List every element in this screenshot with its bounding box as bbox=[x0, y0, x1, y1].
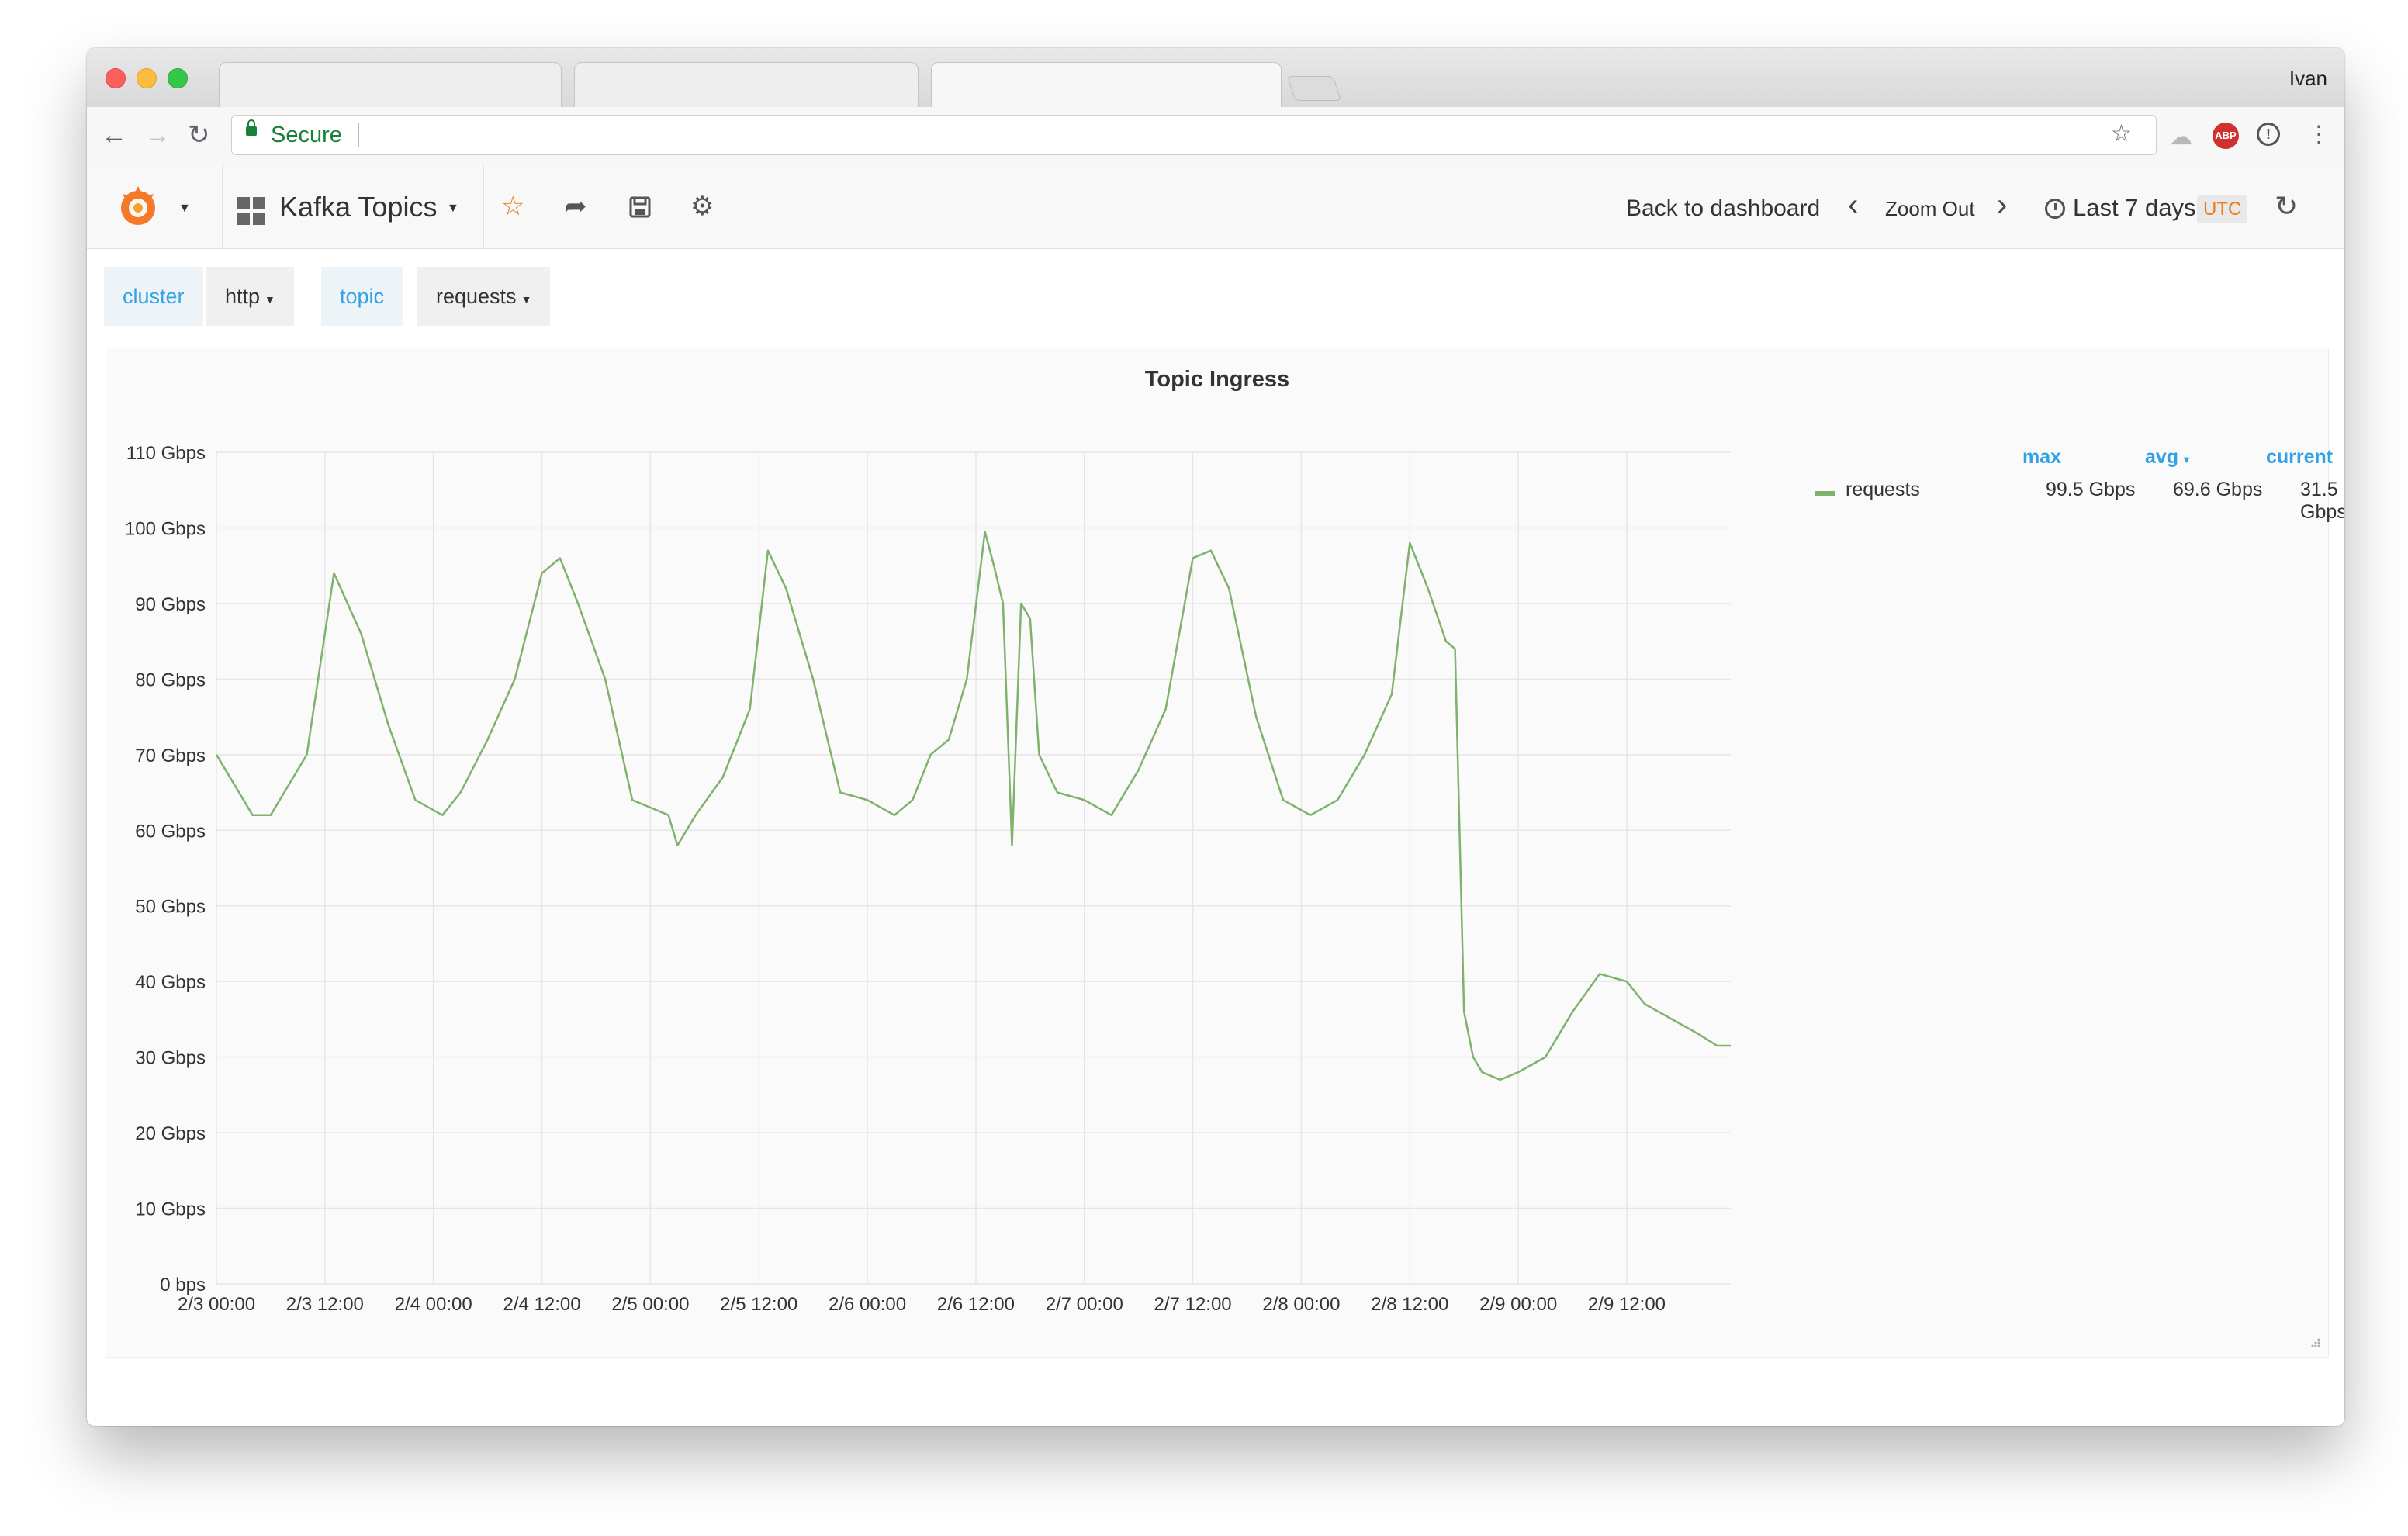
sort-caret-icon: ▼ bbox=[2181, 454, 2192, 465]
reload-icon[interactable]: ↻ bbox=[188, 119, 210, 150]
cloud-extension-icon[interactable]: ☁ bbox=[2169, 126, 2192, 149]
browser-toolbar: ← → ↻ Secure ☆ ☁ ABP ! ⋮ bbox=[87, 107, 2344, 165]
share-icon[interactable]: ➦ bbox=[565, 191, 587, 222]
legend-series-name[interactable]: requests bbox=[1846, 479, 1920, 501]
dashboard-grid-icon bbox=[236, 195, 267, 227]
time-shift-forward-icon[interactable]: › bbox=[1997, 188, 2007, 222]
zoom-out-button[interactable]: Zoom Out bbox=[1885, 197, 1975, 221]
dashboard-caret-icon[interactable]: ▼ bbox=[447, 202, 459, 216]
x-tick-label: 2/3 12:00 bbox=[286, 1294, 364, 1315]
y-tick-label: 70 Gbps bbox=[135, 746, 206, 766]
browser-tab-2[interactable] bbox=[574, 62, 919, 108]
time-shift-back-icon[interactable]: ‹ bbox=[1848, 188, 1858, 222]
variable-value: http bbox=[225, 285, 261, 308]
logo-caret-icon[interactable]: ▼ bbox=[178, 202, 191, 216]
x-tick-label: 2/7 00:00 bbox=[1046, 1294, 1123, 1315]
minimize-window-button[interactable] bbox=[137, 68, 157, 88]
x-tick-label: 2/5 12:00 bbox=[720, 1294, 797, 1315]
x-tick-label: 2/6 00:00 bbox=[829, 1294, 906, 1315]
x-tick-label: 2/8 00:00 bbox=[1262, 1294, 1340, 1315]
x-tick-label: 2/8 12:00 bbox=[1371, 1294, 1448, 1315]
y-tick-label: 110 Gbps bbox=[126, 443, 206, 464]
gear-icon[interactable]: ⚙ bbox=[690, 191, 714, 222]
grafana-logo-icon[interactable] bbox=[115, 183, 161, 230]
chart[interactable]: 0 bps 10 Gbps 20 Gbps 30 Gbps 40 Gbps 50 Gbps… bbox=[106, 348, 1759, 1357]
browser-tab-active[interactable] bbox=[931, 62, 1282, 108]
variable-select-cluster[interactable]: http ▼ bbox=[206, 267, 294, 326]
clock-icon bbox=[2045, 199, 2065, 219]
y-tick-label: 90 Gbps bbox=[135, 594, 206, 615]
x-tick-label: 2/6 12:00 bbox=[937, 1294, 1015, 1315]
tab-strip: Ivan bbox=[87, 48, 2344, 108]
y-tick-label: 50 Gbps bbox=[135, 897, 206, 918]
y-tick-label: 60 Gbps bbox=[135, 821, 206, 842]
back-arrow-icon[interactable]: ← bbox=[101, 119, 127, 150]
legend-max-value: 99.5 Gbps bbox=[2046, 479, 2136, 500]
forward-arrow-icon[interactable]: → bbox=[144, 119, 171, 150]
y-tick-label: 40 Gbps bbox=[135, 972, 206, 993]
y-tick-label: 20 Gbps bbox=[135, 1123, 206, 1144]
x-tick-label: 2/9 12:00 bbox=[1588, 1294, 1666, 1315]
dashboard-navbar: ▼ Kafka Topics ▼ ☆ ➦ ⚙ Back to dashboard… bbox=[87, 164, 2344, 249]
y-tick-label: 30 Gbps bbox=[135, 1048, 206, 1069]
x-tick-label: 2/5 00:00 bbox=[611, 1294, 689, 1315]
y-tick-label: 0 bps bbox=[160, 1275, 206, 1296]
profile-name[interactable]: Ivan bbox=[2289, 67, 2327, 91]
caret-down-icon: ▼ bbox=[521, 293, 532, 306]
y-tick-label: 100 Gbps bbox=[125, 518, 206, 539]
x-tick-label: 2/3 00:00 bbox=[178, 1294, 255, 1315]
legend-avg-value: 69.6 Gbps bbox=[2173, 479, 2263, 500]
save-icon[interactable] bbox=[628, 191, 652, 226]
y-tick-label: 10 Gbps bbox=[135, 1199, 206, 1220]
bookmark-star-icon[interactable]: ☆ bbox=[2111, 119, 2132, 150]
graph-panel: Topic Ingress 0 bps 10 Gbps 20 Gbps 30 Gbps… bbox=[106, 348, 2344, 1358]
lock-icon bbox=[246, 119, 257, 136]
series-line-requests[interactable] bbox=[215, 531, 1731, 1081]
time-range-picker[interactable]: Last 7 days bbox=[2073, 194, 2196, 222]
close-window-button[interactable] bbox=[106, 68, 126, 88]
variable-value: requests bbox=[436, 285, 517, 308]
legend-series-swatch[interactable] bbox=[1815, 491, 1835, 496]
address-bar[interactable]: Secure ☆ bbox=[231, 115, 2157, 155]
menu-kebab-icon[interactable]: ⋮ bbox=[2307, 119, 2330, 150]
variable-select-topic[interactable]: requests ▼ bbox=[417, 267, 551, 326]
maximize-window-button[interactable] bbox=[168, 68, 188, 88]
info-extension-icon[interactable]: ! bbox=[2257, 123, 2280, 146]
x-tick-label: 2/7 12:00 bbox=[1154, 1294, 1232, 1315]
x-tick-label: 2/4 00:00 bbox=[395, 1294, 472, 1315]
x-tick-label: 2/9 00:00 bbox=[1479, 1294, 1557, 1315]
timezone-badge: UTC bbox=[2197, 195, 2248, 223]
navbar-divider bbox=[222, 164, 223, 248]
legend-current-value: 31.5 Gbps bbox=[2300, 479, 2344, 523]
dashboard-title[interactable]: Kafka Topics bbox=[279, 191, 437, 223]
legend-column-current[interactable]: current bbox=[2266, 446, 2333, 469]
legend-column-max[interactable]: max bbox=[2022, 446, 2061, 469]
resize-handle-icon[interactable] bbox=[2308, 1337, 2320, 1349]
adblock-extension-icon[interactable]: ABP bbox=[2213, 123, 2239, 149]
back-to-dashboard-link[interactable]: Back to dashboard bbox=[1626, 195, 1820, 222]
navbar-divider bbox=[483, 164, 484, 248]
new-tab-button[interactable] bbox=[1286, 76, 1342, 101]
browser-tab-1[interactable] bbox=[219, 62, 562, 108]
legend-column-avg-label: avg bbox=[2145, 446, 2179, 468]
legend-column-avg[interactable]: avg ▼ bbox=[2145, 446, 2192, 469]
y-tick-label: 80 Gbps bbox=[135, 669, 206, 690]
address-divider bbox=[358, 123, 359, 147]
variable-label-topic: topic bbox=[321, 267, 403, 326]
browser-window: Ivan ← → ↻ Secure ☆ ☁ ABP ! ⋮ ▼ Kafka To… bbox=[87, 48, 2344, 1426]
variable-label-cluster: cluster bbox=[104, 267, 203, 326]
star-icon[interactable]: ☆ bbox=[501, 191, 524, 222]
refresh-icon[interactable]: ↻ bbox=[2275, 191, 2298, 222]
x-tick-label: 2/4 12:00 bbox=[503, 1294, 580, 1315]
caret-down-icon: ▼ bbox=[265, 293, 275, 306]
secure-label: Secure bbox=[271, 123, 342, 147]
